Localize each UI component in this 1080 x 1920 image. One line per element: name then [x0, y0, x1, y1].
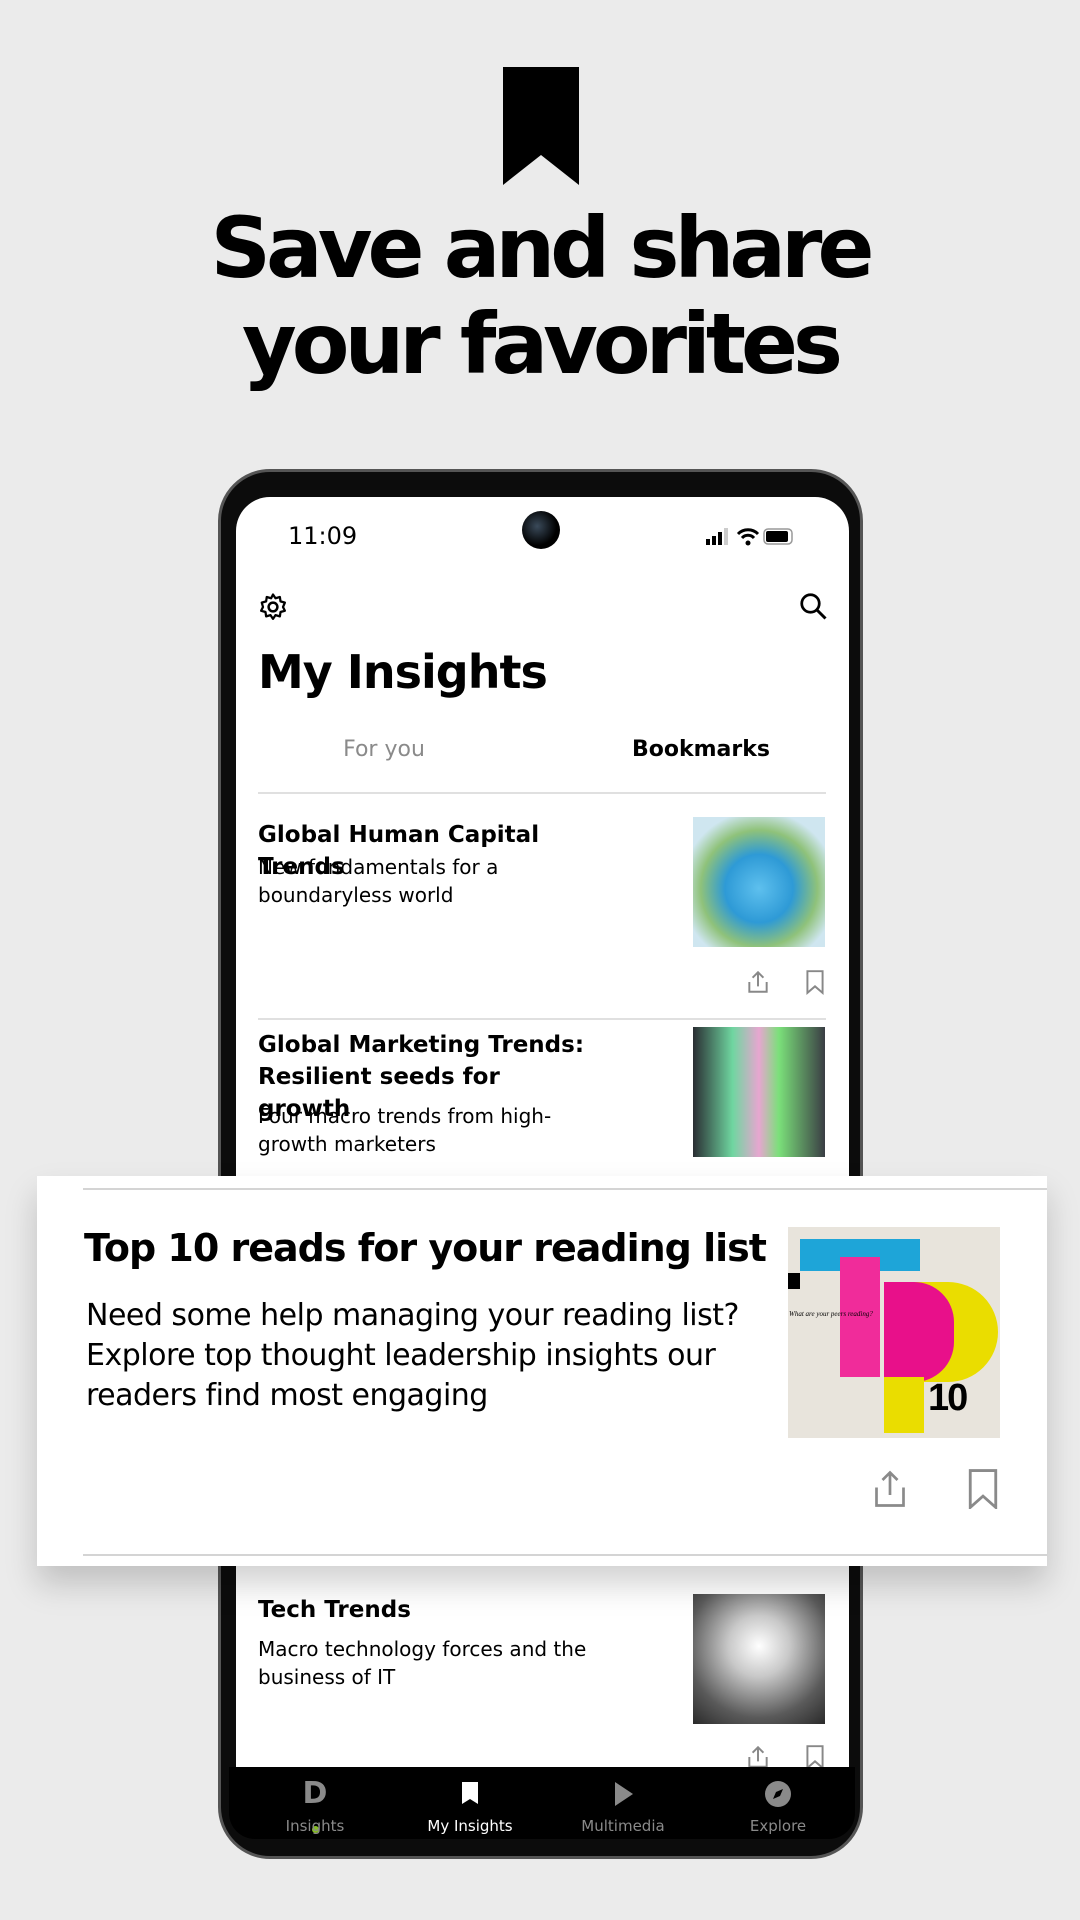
camera-icon [522, 511, 560, 549]
featured-thumbnail[interactable]: What are your peers reading? 10 [788, 1227, 1000, 1438]
item-thumbnail[interactable] [693, 817, 825, 947]
featured-card[interactable]: Top 10 reads for your reading list Need … [37, 1176, 1047, 1566]
nav-insights[interactable]: D Insights [240, 1767, 390, 1839]
status-icons [706, 528, 793, 546]
bookmark-icon[interactable] [966, 1469, 1000, 1509]
phone-screen: 11:09 My Insights For you Bookmarks Glob… [236, 497, 849, 1837]
item-subtitle: New fundamentals for a boundaryless worl… [258, 855, 499, 907]
wifi-icon [736, 528, 760, 540]
battery-icon [763, 528, 793, 545]
gear-icon[interactable] [258, 592, 288, 622]
bookmark-icon [503, 67, 579, 185]
page-title: My Insights [258, 645, 548, 699]
item-thumbnail[interactable] [693, 1594, 825, 1724]
bottom-nav: D Insights My Insights Multimedia Explor… [229, 1767, 855, 1839]
item-title[interactable]: Tech Trends [258, 1594, 608, 1626]
nav-label: Multimedia [581, 1817, 665, 1835]
nav-my-insights[interactable]: My Insights [395, 1767, 545, 1839]
headline-line2: your favorites [242, 295, 843, 393]
card-bottom-divider [83, 1554, 1047, 1556]
featured-body: Need some help managing your reading lis… [86, 1298, 739, 1413]
signal-icon [706, 528, 728, 545]
nav-explore[interactable]: Explore [703, 1767, 853, 1839]
nav-label: Explore [749, 1817, 807, 1835]
compass-icon [765, 1781, 791, 1807]
share-icon[interactable] [872, 1469, 908, 1509]
nav-multimedia[interactable]: Multimedia [548, 1767, 698, 1839]
tab-bookmarks[interactable]: Bookmarks [601, 737, 801, 762]
item-subtitle: Four macro trends from high-growth marke… [258, 1104, 552, 1156]
bookmark-icon[interactable] [802, 969, 828, 995]
item-divider [258, 1018, 826, 1020]
bookmark-icon [462, 1782, 478, 1804]
share-icon[interactable] [745, 969, 771, 995]
status-time: 11:09 [288, 522, 358, 550]
tabs-divider [258, 792, 826, 794]
play-icon [615, 1782, 633, 1806]
item-thumbnail[interactable] [693, 1027, 825, 1157]
image-number: 10 [928, 1377, 968, 1419]
featured-title[interactable]: Top 10 reads for your reading list [84, 1226, 767, 1270]
nav-label: My Insights [427, 1817, 513, 1835]
image-caption: What are your peers reading? [789, 1310, 873, 1318]
headline-line1: Save and share [210, 199, 875, 297]
item-subtitle: Macro technology forces and the business… [258, 1637, 587, 1689]
deloitte-logo-icon: D [300, 1779, 330, 1833]
tab-for-you[interactable]: For you [284, 737, 484, 762]
search-icon[interactable] [798, 591, 828, 621]
nav-label: Insights [285, 1817, 345, 1835]
card-top-divider [83, 1188, 1047, 1190]
